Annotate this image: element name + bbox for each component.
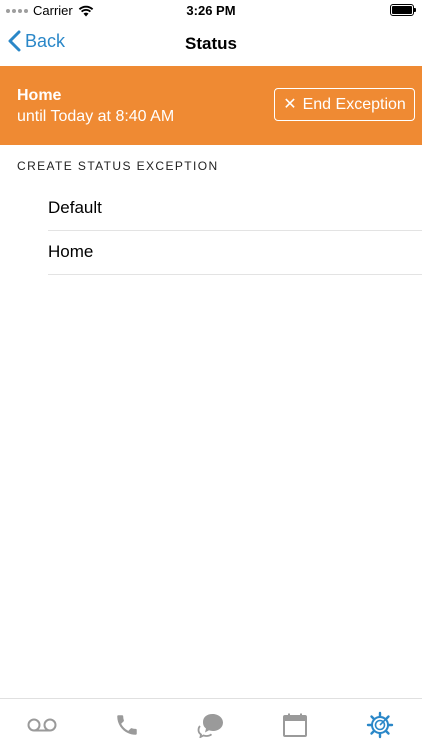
calendar-icon — [283, 713, 308, 737]
battery-icon — [390, 4, 416, 16]
status-time: 3:26 PM — [186, 3, 236, 18]
end-exception-button[interactable]: ✕ End Exception — [274, 88, 415, 121]
current-status-until: until Today at 8:40 AM — [17, 108, 175, 125]
chat-icon — [197, 713, 223, 738]
section-header: CREATE STATUS EXCEPTION — [17, 159, 219, 173]
list-item-label: Home — [48, 242, 94, 262]
list-item-label: Default — [48, 197, 102, 217]
end-exception-label: End Exception — [302, 95, 406, 113]
page-title: Status — [185, 34, 237, 53]
list-item-home[interactable]: Home — [48, 231, 422, 275]
list-item-default[interactable]: Default — [48, 186, 422, 231]
status-exception-banner: Home until Today at 8:40 AM ✕ End Except… — [0, 66, 422, 145]
tab-calendar[interactable] — [253, 699, 337, 750]
tab-settings[interactable] — [338, 699, 422, 750]
close-icon: ✕ — [283, 95, 297, 113]
tab-voicemail[interactable] — [0, 699, 84, 750]
status-bar: Carrier 3:26 PM — [0, 0, 422, 22]
status-list: Default Home — [48, 186, 422, 275]
current-status-title: Home — [17, 87, 62, 104]
settings-gear-icon — [366, 711, 393, 738]
tab-chat[interactable] — [169, 699, 253, 750]
phone-icon — [116, 714, 137, 735]
voicemail-icon — [27, 718, 57, 731]
navigation-bar: Back Status — [0, 22, 422, 66]
tab-phone[interactable] — [85, 699, 169, 750]
tab-bar — [0, 698, 422, 750]
